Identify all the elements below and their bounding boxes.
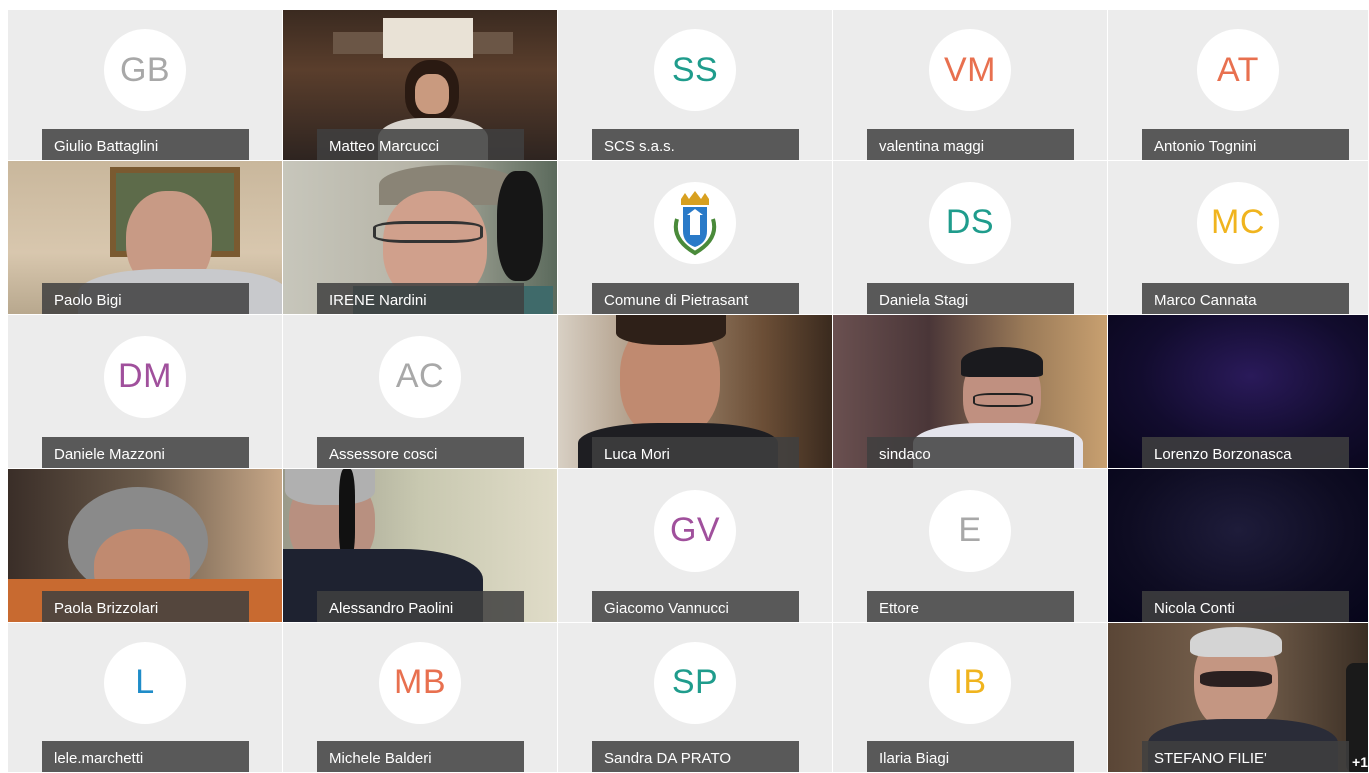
participant-name: valentina maggi <box>867 129 1074 160</box>
participant-tile[interactable]: VM valentina maggi <box>833 10 1108 161</box>
participant-tile[interactable]: sindaco <box>833 315 1108 469</box>
participant-name: Luca Mori <box>592 437 799 468</box>
participant-tile[interactable]: Lorenzo Borzonasca <box>1108 315 1369 469</box>
participant-name: STEFANO FILIE' <box>1142 741 1349 772</box>
participant-tile[interactable]: DS Daniela Stagi <box>833 161 1108 315</box>
avatar: DM <box>104 335 186 418</box>
participant-grid: GB Giulio Battaglini Matteo Marcucci SS … <box>8 10 1369 773</box>
participant-name: Paola Brizzolari <box>42 591 249 622</box>
avatar: AT <box>1197 29 1279 111</box>
participant-tile[interactable]: Paola Brizzolari <box>8 469 283 623</box>
participant-tile[interactable]: GB Giulio Battaglini <box>8 10 283 161</box>
participant-tile[interactable]: IB Ilaria Biagi <box>833 623 1108 773</box>
avatar: VM <box>929 29 1011 111</box>
participant-name: Lorenzo Borzonasca <box>1142 437 1349 468</box>
participant-name: Giacomo Vannucci <box>592 591 799 622</box>
participant-name: Daniele Mazzoni <box>42 437 249 468</box>
participant-name: Assessore cosci <box>317 437 524 468</box>
avatar: L <box>104 641 186 724</box>
participant-name: Antonio Tognini <box>1142 129 1349 160</box>
avatar: GV <box>654 489 736 572</box>
participant-tile[interactable]: GV Giacomo Vannucci <box>558 469 833 623</box>
participant-tile[interactable]: Alessandro Paolini <box>283 469 558 623</box>
participant-name: Ettore <box>867 591 1074 622</box>
participant-tile[interactable]: Comune di Pietrasant <box>558 161 833 315</box>
participant-tile[interactable]: STEFANO FILIE' +1 <box>1108 623 1369 773</box>
participant-tile[interactable]: L lele.marchetti <box>8 623 283 773</box>
participant-name: Giulio Battaglini <box>42 129 249 160</box>
participant-name: sindaco <box>867 437 1074 468</box>
participant-tile[interactable]: Matteo Marcucci <box>283 10 558 161</box>
participant-name: Comune di Pietrasant <box>592 283 799 314</box>
avatar: MB <box>379 641 461 724</box>
avatar: DS <box>929 181 1011 264</box>
participant-name: Paolo Bigi <box>42 283 249 314</box>
coat-of-arms-logo <box>654 181 736 264</box>
participant-tile[interactable]: MC Marco Cannata <box>1108 161 1369 315</box>
avatar: IB <box>929 641 1011 724</box>
participant-tile[interactable]: AT Antonio Tognini <box>1108 10 1369 161</box>
participant-tile[interactable]: Luca Mori <box>558 315 833 469</box>
participant-name: IRENE Nardini <box>317 283 524 314</box>
participant-name: Matteo Marcucci <box>317 129 524 160</box>
participant-tile[interactable]: SP Sandra DA PRATO <box>558 623 833 773</box>
participant-tile[interactable]: DM Daniele Mazzoni <box>8 315 283 469</box>
participant-tile[interactable]: Nicola Conti <box>1108 469 1369 623</box>
avatar: MC <box>1197 181 1279 264</box>
participant-name: Marco Cannata <box>1142 283 1349 314</box>
participant-tile[interactable]: MB Michele Balderi <box>283 623 558 773</box>
participant-tile[interactable]: AC Assessore cosci <box>283 315 558 469</box>
avatar: SS <box>654 29 736 111</box>
participant-name: Daniela Stagi <box>867 283 1074 314</box>
overflow-participant-count[interactable]: +1 <box>1352 754 1368 770</box>
participant-name: Sandra DA PRATO <box>592 741 799 772</box>
avatar: E <box>929 489 1011 572</box>
participant-tile[interactable]: SS SCS s.a.s. <box>558 10 833 161</box>
avatar: AC <box>379 335 461 418</box>
participant-name: SCS s.a.s. <box>592 129 799 160</box>
participant-name: Michele Balderi <box>317 741 524 772</box>
participant-name: Nicola Conti <box>1142 591 1349 622</box>
participant-tile[interactable]: Paolo Bigi <box>8 161 283 315</box>
avatar: GB <box>104 29 186 111</box>
participant-tile[interactable]: IRENE Nardini <box>283 161 558 315</box>
participant-name: Ilaria Biagi <box>867 741 1074 772</box>
participant-name: lele.marchetti <box>42 741 249 772</box>
participant-tile[interactable]: E Ettore <box>833 469 1108 623</box>
avatar: SP <box>654 641 736 724</box>
participant-name: Alessandro Paolini <box>317 591 524 622</box>
